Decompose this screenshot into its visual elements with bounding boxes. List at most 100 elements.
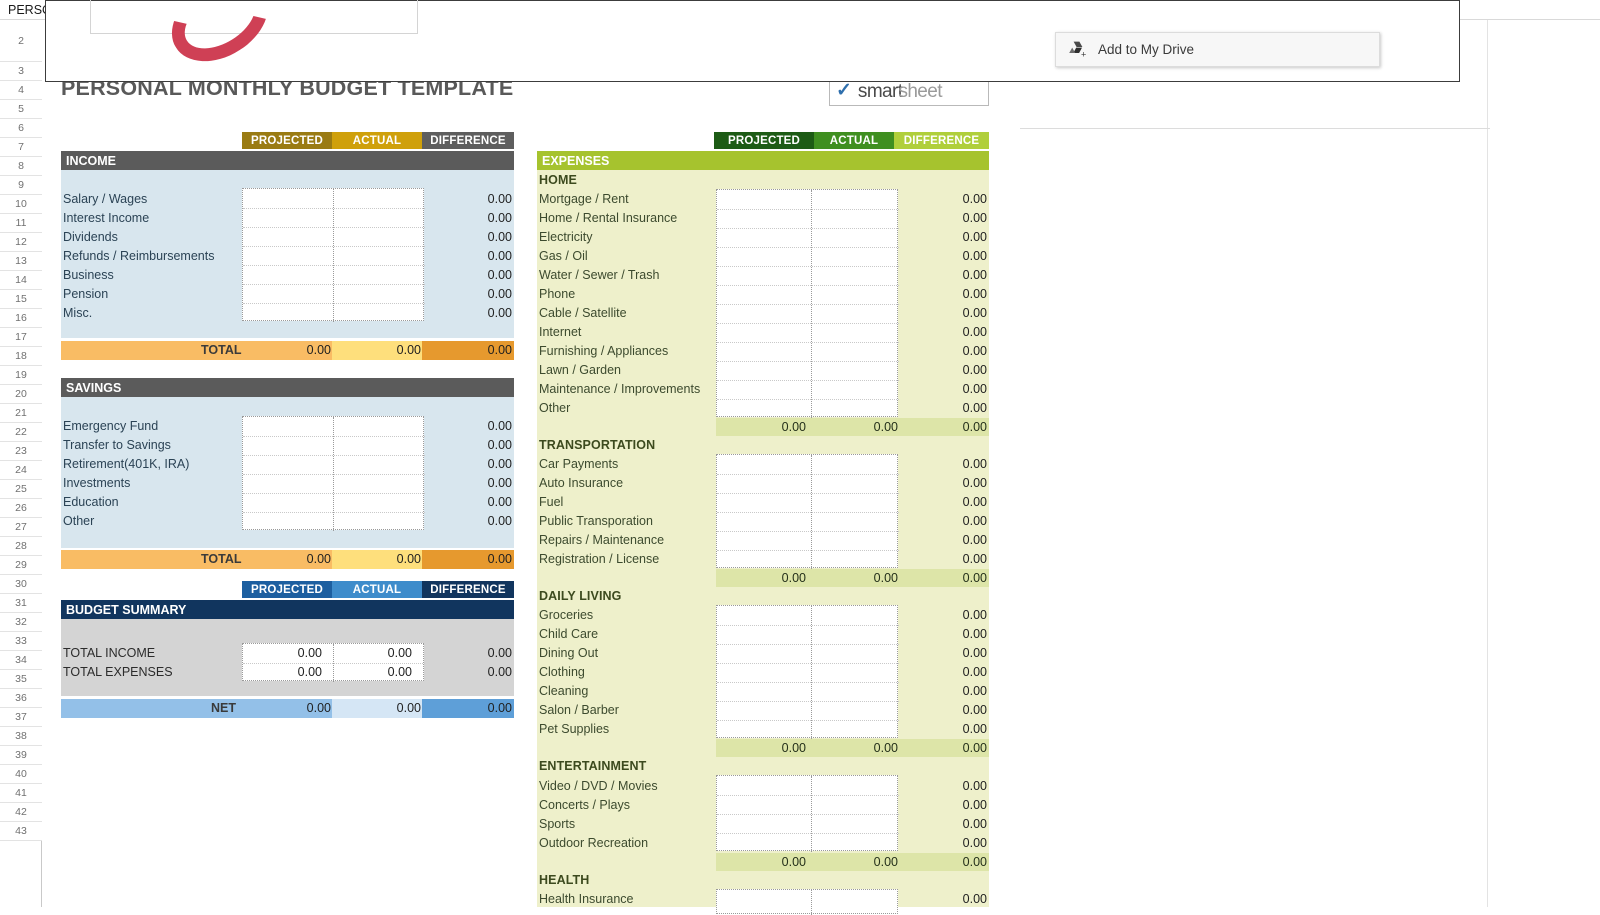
entertainment-input-area[interactable] [716,775,899,852]
list-item: Home / Rental Insurance [539,211,678,225]
row-number[interactable]: 16 [0,309,42,328]
summary-projected-value[interactable]: 0.00 [250,646,322,660]
list-item: Health Insurance [539,892,634,906]
row-number[interactable]: 32 [0,613,42,632]
row-number[interactable]: 28 [0,537,42,556]
row-number[interactable]: 42 [0,803,42,822]
row-number[interactable]: 6 [0,119,42,138]
list-item: Sports [539,817,576,831]
health-input-area[interactable] [716,889,898,915]
row-number[interactable]: 39 [0,746,42,765]
expense-difference-value: 0.00 [962,552,987,566]
expense-difference-value: 0.00 [962,514,987,528]
row-number[interactable]: 21 [0,404,42,423]
row-number[interactable]: 37 [0,708,42,727]
cell-rule [717,795,899,796]
summary-actual-value[interactable]: 0.00 [340,665,412,679]
cell-rule [243,284,425,285]
row-number[interactable]: 15 [0,290,42,309]
row-number[interactable]: 3 [0,62,42,81]
summary-difference-value: 0.00 [487,646,512,660]
google-drive-add-icon: + [1068,41,1088,59]
summary-row-label: TOTAL INCOME [63,646,156,660]
cell-rule [717,285,899,286]
savings-total-projected: 0.00 [306,552,331,566]
row-number[interactable]: 23 [0,442,42,461]
row-number[interactable]: 40 [0,765,42,784]
list-item: Concerts / Plays [539,798,631,812]
row-number[interactable]: 26 [0,499,42,518]
income-input-area[interactable] [242,188,425,322]
home-input-area[interactable] [716,189,899,418]
home-subtotal-projected: 0.00 [781,420,806,434]
row-number[interactable]: 30 [0,575,42,594]
daily-living-subtotal-row: 0.00 0.00 0.00 [716,739,989,757]
row-number[interactable]: 4 [0,81,42,100]
row-number[interactable]: 29 [0,556,42,575]
row-number[interactable]: 36 [0,689,42,708]
home-subtotal-row: 0.00 0.00 0.00 [716,418,989,436]
list-item: Education [63,495,119,509]
list-item: Video / DVD / Movies [539,779,658,793]
row-number[interactable]: 10 [0,195,42,214]
row-number[interactable]: 35 [0,670,42,689]
expense-difference-value: 0.00 [962,779,987,793]
row-number[interactable]: 19 [0,366,42,385]
row-number[interactable]: 14 [0,271,42,290]
row-number[interactable]: 33 [0,632,42,651]
row-number[interactable]: 18 [0,347,42,366]
row-number[interactable]: 2 [0,20,42,62]
income-header-difference: DIFFERENCE [422,132,514,149]
expense-difference-value: 0.00 [962,836,987,850]
row-number[interactable]: 25 [0,480,42,499]
row-number[interactable]: 12 [0,233,42,252]
cell-rule [717,474,899,475]
expense-difference-value: 0.00 [962,325,987,339]
row-number[interactable]: 22 [0,423,42,442]
list-item: Lawn / Garden [539,363,621,377]
row-number[interactable]: 24 [0,461,42,480]
list-item: Emergency Fund [63,419,159,433]
list-item: Business [63,268,114,282]
expense-difference-value: 0.00 [962,892,987,906]
row-number[interactable]: 8 [0,157,42,176]
row-number-gutter: 2 3 4 5 6 7 8 9 10 11 12 13 14 15 16 17 18 19 20 21 22 23 24 25… [0,20,42,907]
row-number[interactable]: 43 [0,822,42,841]
list-item: Internet [539,325,582,339]
daily-living-input-area[interactable] [716,605,899,739]
expense-difference-value: 0.00 [962,249,987,263]
row-number[interactable]: 7 [0,138,42,157]
transportation-input-area[interactable] [716,454,899,569]
income-total-actual: 0.00 [396,343,421,357]
row-number[interactable]: 41 [0,784,42,803]
savings-difference-value: 0.00 [487,438,512,452]
income-header-projected: PROJECTED [242,132,332,149]
summary-projected-value[interactable]: 0.00 [250,665,322,679]
add-to-my-drive-label: Add to My Drive [1098,42,1195,57]
savings-input-area[interactable] [242,416,425,531]
home-subtotal-actual: 0.00 [873,420,898,434]
add-to-my-drive-button[interactable]: + Add to My Drive [1055,32,1380,67]
row-number[interactable]: 31 [0,594,42,613]
row-number[interactable]: 38 [0,727,42,746]
expense-difference-value: 0.00 [962,382,987,396]
row-number[interactable]: 13 [0,252,42,271]
cell-rule [243,512,425,513]
row-number[interactable]: 11 [0,214,42,233]
row-number[interactable]: 9 [0,176,42,195]
row-number[interactable]: 17 [0,328,42,347]
row-number[interactable]: 27 [0,518,42,537]
summary-actual-value[interactable]: 0.00 [340,646,412,660]
entertainment-subtotal-actual: 0.00 [873,855,898,869]
income-header-actual: ACTUAL [332,132,422,149]
row-number[interactable]: 20 [0,385,42,404]
row-number[interactable]: 34 [0,651,42,670]
list-item: Investments [63,476,131,490]
expense-difference-value: 0.00 [962,608,987,622]
savings-section-title: SAVINGS [61,378,514,397]
row-number[interactable]: 5 [0,100,42,119]
expense-difference-value: 0.00 [962,627,987,641]
cell-rule [243,227,425,228]
list-item: Auto Insurance [539,476,624,490]
savings-total-difference: 0.00 [487,552,512,566]
